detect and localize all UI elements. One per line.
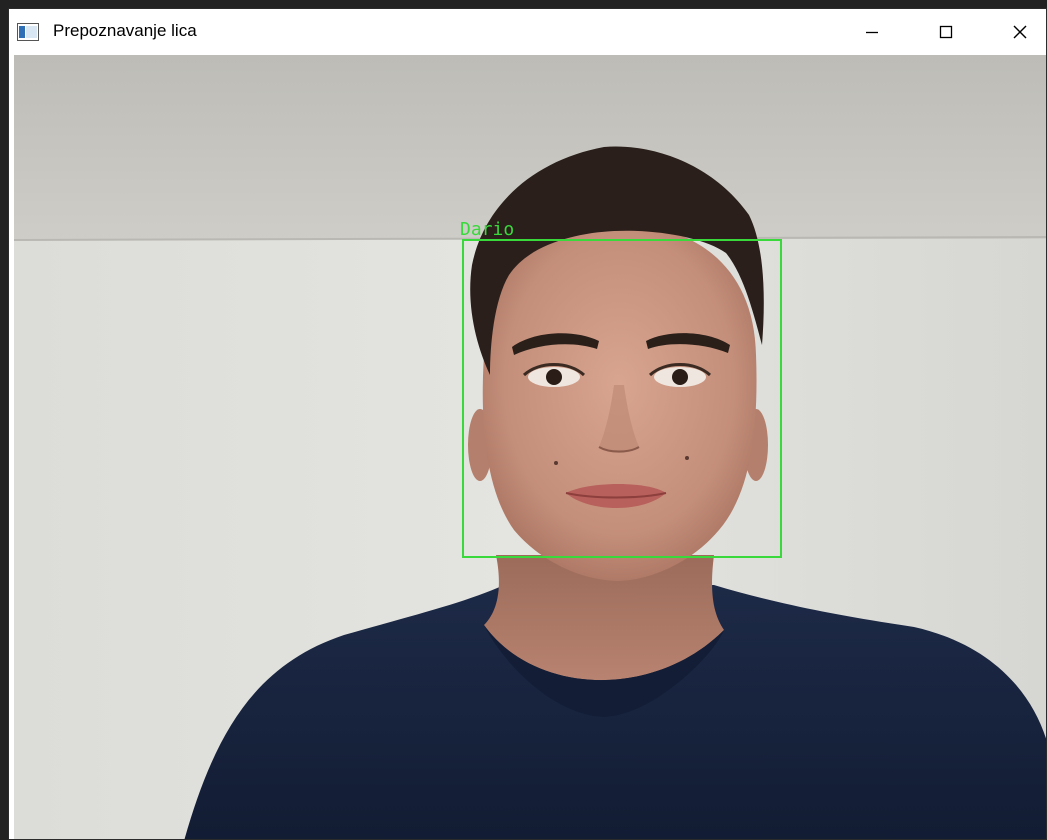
face-detection-label: Dario bbox=[460, 219, 515, 240]
face-detection-box bbox=[462, 239, 782, 558]
app-icon bbox=[17, 23, 39, 41]
maximize-icon bbox=[939, 25, 953, 39]
camera-feed: Dario bbox=[14, 55, 1046, 839]
window-title: Prepoznavanje lica bbox=[53, 21, 197, 40]
app-window: Prepoznavanje lica Dario bbox=[8, 8, 1047, 840]
minimize-icon bbox=[866, 31, 878, 34]
maximize-button[interactable] bbox=[909, 9, 983, 55]
close-icon bbox=[1013, 25, 1027, 39]
close-button[interactable] bbox=[983, 9, 1046, 55]
title-bar[interactable]: Prepoznavanje lica bbox=[9, 9, 1046, 55]
minimize-button[interactable] bbox=[835, 9, 909, 55]
